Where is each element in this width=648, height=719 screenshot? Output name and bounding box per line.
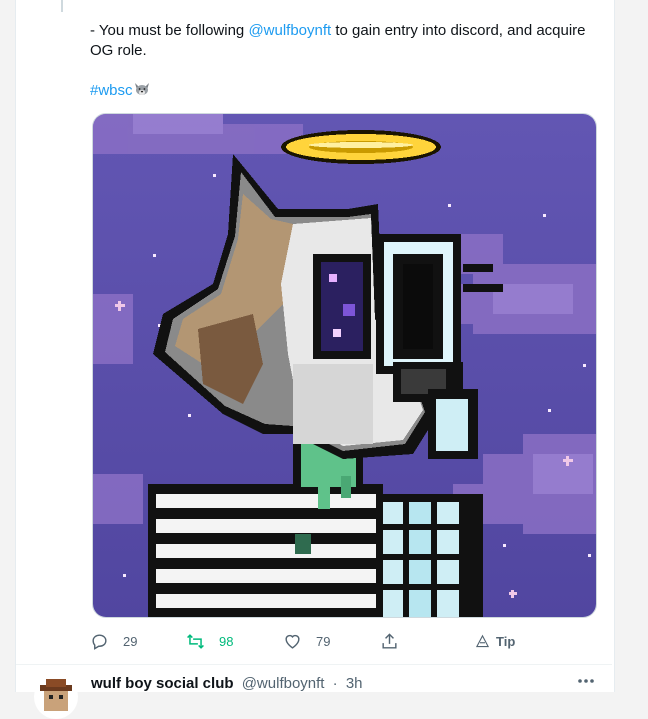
- reply-count: 29: [123, 633, 138, 649]
- tweet-time[interactable]: 3h: [346, 675, 363, 692]
- tweet-actions: 29 98 79 Tip: [90, 626, 530, 656]
- next-tweet[interactable]: wulf boy social club @wulfboynft · 3h: [16, 665, 612, 719]
- more-icon[interactable]: [576, 677, 596, 685]
- thread-line: [61, 0, 63, 12]
- hashtag-line: #wbsc: [90, 81, 610, 101]
- hashtag-link[interactable]: #wbsc: [90, 82, 133, 99]
- tip-button[interactable]: Tip: [475, 626, 515, 656]
- wolf-emoji-icon: [134, 83, 149, 95]
- time-separator: ·: [332, 675, 338, 692]
- tweet-image[interactable]: [92, 113, 597, 618]
- share-button[interactable]: [380, 626, 399, 656]
- author-line: wulf boy social club @wulfboynft · 3h: [91, 675, 363, 692]
- tip-label: Tip: [496, 633, 516, 649]
- pixel-art-wolf: [93, 114, 596, 617]
- like-button[interactable]: 79: [283, 626, 330, 656]
- like-icon: [285, 634, 300, 649]
- author-handle[interactable]: @wulfboynft: [242, 675, 325, 692]
- tweet-text: - You must be following @wulfboynft to g…: [90, 21, 610, 101]
- like-count: 79: [316, 633, 331, 649]
- share-icon: [382, 632, 397, 649]
- tweet-text-prefix: - You must be following: [90, 22, 249, 39]
- mention-link[interactable]: @wulfboynft: [248, 22, 331, 39]
- retweet-button[interactable]: 98: [186, 626, 233, 656]
- tweet-paragraph: - You must be following @wulfboynft to g…: [90, 21, 610, 61]
- reply-icon: [92, 633, 107, 650]
- tip-icon: [475, 634, 490, 647]
- retweet-count: 98: [219, 633, 234, 649]
- author-name[interactable]: wulf boy social club: [91, 675, 234, 692]
- reply-button[interactable]: 29: [90, 626, 137, 656]
- retweet-icon: [187, 633, 204, 649]
- avatar[interactable]: [34, 675, 78, 719]
